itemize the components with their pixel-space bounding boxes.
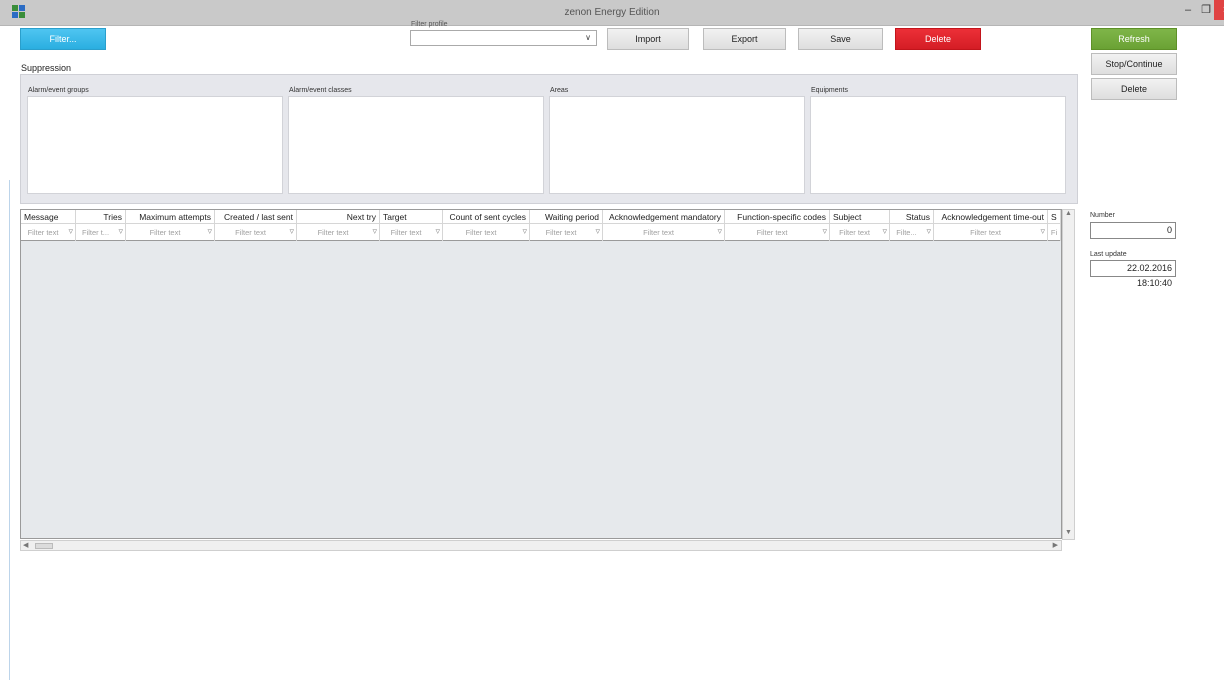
horizontal-scrollbar[interactable]: ◀ ▶	[20, 540, 1062, 551]
import-button[interactable]: Import	[607, 28, 689, 50]
refresh-button[interactable]: Refresh	[1091, 28, 1177, 50]
funnel-icon[interactable]: ▿	[1040, 226, 1045, 237]
areas-list[interactable]	[549, 96, 805, 194]
suppression-column-label: Alarm/event groups	[28, 87, 89, 94]
funnel-icon[interactable]: ▿	[822, 226, 827, 237]
filter-placeholder: Filter t...	[81, 228, 110, 237]
grid-header-row: Message Tries Maximum attempts Created /…	[21, 210, 1061, 224]
funnel-icon[interactable]: ▿	[435, 226, 440, 237]
funnel-icon[interactable]: ▿	[118, 226, 123, 237]
last-update-label: Last update	[1090, 251, 1127, 258]
stop-continue-button[interactable]: Stop/Continue	[1091, 53, 1177, 75]
filter-cell[interactable]: Filter text ▿	[725, 224, 830, 241]
suppression-column: Alarm/event groups	[23, 75, 283, 203]
filter-placeholder: Filter text	[643, 228, 674, 237]
funnel-icon[interactable]: ▿	[717, 226, 722, 237]
filter-profile-select[interactable]: ∨	[410, 30, 597, 46]
column-header[interactable]: Target	[380, 210, 443, 224]
suppression-panel: Alarm/event groups Alarm/event classes A…	[20, 74, 1078, 204]
column-header[interactable]: Tries	[76, 210, 126, 224]
filter-placeholder: Filter text	[390, 228, 422, 237]
filter-cell[interactable]: Filter text ▿	[21, 224, 76, 241]
alarm-groups-list[interactable]	[27, 96, 283, 194]
filter-profile-label: Filter profile	[411, 21, 448, 28]
funnel-icon[interactable]: ▿	[207, 226, 212, 237]
suppression-title: Suppression	[21, 63, 72, 73]
filter-placeholder: Filter text	[839, 228, 870, 237]
delete-entry-button[interactable]: Delete	[1091, 78, 1177, 100]
filter-placeholder: Fi	[1050, 228, 1058, 237]
filter-cell[interactable]: Filter text ▿	[215, 224, 297, 241]
filter-cell[interactable]: Filter text ▿	[830, 224, 890, 241]
filter-placeholder: Filter text	[149, 228, 181, 237]
column-header[interactable]: S	[1048, 210, 1061, 224]
funnel-icon[interactable]: ▿	[595, 226, 600, 237]
suppression-column: Equipments	[806, 75, 1066, 203]
filter-cell[interactable]: Filter text ▿	[380, 224, 443, 241]
filter-placeholder: Filter text	[465, 228, 497, 237]
column-header[interactable]: Acknowledgement time-out	[934, 210, 1048, 224]
message-grid[interactable]: Message Tries Maximum attempts Created /…	[20, 209, 1062, 539]
suppression-column-label: Areas	[550, 87, 569, 94]
suppression-column-label: Equipments	[811, 87, 848, 94]
save-button[interactable]: Save	[798, 28, 883, 50]
funnel-icon[interactable]: ▿	[372, 226, 377, 237]
filter-cell[interactable]: Filter text ▿	[603, 224, 725, 241]
filter-placeholder: Filter text	[27, 228, 59, 237]
filter-placeholder: Filter text	[756, 228, 788, 237]
equipments-list[interactable]	[810, 96, 1066, 194]
column-header[interactable]: Acknowledgement mandatory	[603, 210, 725, 224]
funnel-icon[interactable]: ▿	[926, 226, 931, 237]
suppression-column: Areas	[545, 75, 805, 203]
window-title: zenon Energy Edition	[564, 7, 660, 18]
column-header[interactable]: Maximum attempts	[126, 210, 215, 224]
filter-cell[interactable]: Filter text ▿	[934, 224, 1048, 241]
filter-placeholder: Filter text	[317, 228, 349, 237]
funnel-icon[interactable]: ▿	[68, 226, 73, 237]
filter-cell[interactable]: Filter text ▿	[126, 224, 215, 241]
column-header[interactable]: Message	[21, 210, 76, 224]
number-field: 0	[1090, 222, 1176, 239]
number-label: Number	[1090, 212, 1115, 219]
column-header[interactable]: Next try	[297, 210, 380, 224]
filter-cell[interactable]: Fi	[1048, 224, 1061, 241]
scroll-up-icon[interactable]: ▲	[1063, 210, 1074, 220]
filter-cell[interactable]: Filter text ▿	[530, 224, 603, 241]
filter-placeholder: Filter text	[970, 228, 1001, 237]
vertical-scrollbar[interactable]: ▲ ▼	[1062, 209, 1075, 540]
last-update-field: 22.02.2016 18:10:40	[1090, 260, 1176, 288]
column-header[interactable]: Waiting period	[530, 210, 603, 224]
column-header[interactable]: Status	[890, 210, 934, 224]
filter-placeholder: Filter text	[545, 228, 577, 237]
suppression-column: Alarm/event classes	[284, 75, 544, 203]
left-edge-line	[9, 180, 10, 680]
column-header[interactable]: Created / last sent	[215, 210, 297, 224]
grid-filter-row: Filter text ▿ Filter t... ▿ Filter text ▿ F…	[21, 224, 1061, 241]
funnel-icon[interactable]: ▿	[289, 226, 294, 237]
filter-placeholder: Filter text	[235, 228, 266, 237]
filter-button[interactable]: Filter...	[20, 28, 106, 50]
export-button[interactable]: Export	[703, 28, 786, 50]
column-header[interactable]: Subject	[830, 210, 890, 224]
filter-cell[interactable]: Filte... ▿	[890, 224, 934, 241]
delete-button[interactable]: Delete	[895, 28, 981, 50]
filter-cell[interactable]: Filter t... ▿	[76, 224, 126, 241]
filter-cell[interactable]: Filter text ▿	[443, 224, 530, 241]
column-header[interactable]: Function-specific codes	[725, 210, 830, 224]
scroll-left-icon[interactable]: ◀	[23, 541, 28, 549]
filter-placeholder: Filte...	[896, 228, 917, 237]
scroll-right-icon[interactable]: ▶	[1053, 541, 1058, 549]
alarm-classes-list[interactable]	[288, 96, 544, 194]
chevron-down-icon: ∨	[585, 33, 591, 42]
suppression-column-label: Alarm/event classes	[289, 87, 352, 94]
maximize-button[interactable]: ❐	[1196, 0, 1216, 20]
close-button[interactable]: ×	[1214, 0, 1224, 20]
funnel-icon[interactable]: ▿	[882, 226, 887, 237]
filter-cell[interactable]: Filter text ▿	[297, 224, 380, 241]
funnel-icon[interactable]: ▿	[522, 226, 527, 237]
scroll-down-icon[interactable]: ▼	[1063, 529, 1074, 539]
title-bar: zenon Energy Edition – ❐ ×	[0, 0, 1224, 26]
scroll-thumb[interactable]	[35, 543, 53, 549]
column-header[interactable]: Count of sent cycles	[443, 210, 530, 224]
